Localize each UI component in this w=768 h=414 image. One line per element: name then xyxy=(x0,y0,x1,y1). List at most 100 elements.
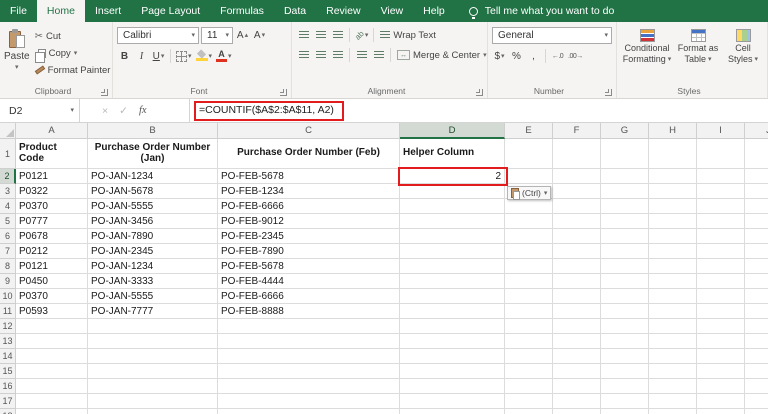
tab-help[interactable]: Help xyxy=(413,0,455,22)
cell-I5[interactable] xyxy=(697,214,745,229)
cell-H8[interactable] xyxy=(649,259,697,274)
decrease-indent-button[interactable] xyxy=(354,47,369,63)
cell-A3[interactable]: P0322 xyxy=(16,184,88,199)
cell-F8[interactable] xyxy=(553,259,601,274)
cell-C6[interactable]: PO-FEB-2345 xyxy=(218,229,400,244)
cell-E8[interactable] xyxy=(505,259,553,274)
cell-F5[interactable] xyxy=(553,214,601,229)
number-format-select[interactable]: General ▾ xyxy=(492,27,612,44)
cell-H2[interactable] xyxy=(649,169,697,184)
cell-D3[interactable] xyxy=(400,184,505,199)
row-header-1[interactable]: 1 xyxy=(0,139,16,169)
cell-J18[interactable] xyxy=(745,409,768,414)
tab-insert[interactable]: Insert xyxy=(85,0,131,22)
percent-style-button[interactable]: % xyxy=(509,48,524,64)
row-header-4[interactable]: 4 xyxy=(0,199,16,214)
cell-I3[interactable] xyxy=(697,184,745,199)
font-color-button[interactable]: ▾ xyxy=(215,48,233,64)
cell-G8[interactable] xyxy=(601,259,649,274)
cell-B2[interactable]: PO-JAN-1234 xyxy=(88,169,218,184)
cell-F2[interactable] xyxy=(553,169,601,184)
cell-H11[interactable] xyxy=(649,304,697,319)
cell-F11[interactable] xyxy=(553,304,601,319)
cell-G16[interactable] xyxy=(601,379,649,394)
cell-J16[interactable] xyxy=(745,379,768,394)
cell-I16[interactable] xyxy=(697,379,745,394)
conditional-formatting-button[interactable]: Conditional Formatting ▾ xyxy=(621,25,673,85)
cell-F6[interactable] xyxy=(553,229,601,244)
cell-F4[interactable] xyxy=(553,199,601,214)
cell-E4[interactable] xyxy=(505,199,553,214)
cell-J10[interactable] xyxy=(745,289,768,304)
cell-H12[interactable] xyxy=(649,319,697,334)
column-header-I[interactable]: I xyxy=(697,123,745,139)
cell-H18[interactable] xyxy=(649,409,697,414)
row-header-5[interactable]: 5 xyxy=(0,214,16,229)
cell-C18[interactable] xyxy=(218,409,400,414)
cell-J1[interactable] xyxy=(745,139,768,169)
cell-A18[interactable] xyxy=(16,409,88,414)
cell-C5[interactable]: PO-FEB-9012 xyxy=(218,214,400,229)
cell-C4[interactable]: PO-FEB-6666 xyxy=(218,199,400,214)
column-header-D[interactable]: D xyxy=(400,123,505,139)
increase-indent-button[interactable] xyxy=(371,47,386,63)
font-size-select[interactable]: 11 ▾ xyxy=(201,27,233,44)
cell-I18[interactable] xyxy=(697,409,745,414)
cell-C11[interactable]: PO-FEB-8888 xyxy=(218,304,400,319)
cell-C9[interactable]: PO-FEB-4444 xyxy=(218,274,400,289)
cell-G13[interactable] xyxy=(601,334,649,349)
tell-me-box[interactable]: Tell me what you want to do xyxy=(468,0,614,22)
cell-F3[interactable] xyxy=(553,184,601,199)
cell-H15[interactable] xyxy=(649,364,697,379)
cell-A4[interactable]: P0370 xyxy=(16,199,88,214)
align-top-button[interactable] xyxy=(296,27,311,43)
align-center-button[interactable] xyxy=(313,47,328,63)
cell-C12[interactable] xyxy=(218,319,400,334)
cell-I13[interactable] xyxy=(697,334,745,349)
cell-C15[interactable] xyxy=(218,364,400,379)
cell-E2[interactable] xyxy=(505,169,553,184)
font-dialog-launcher-icon[interactable] xyxy=(280,89,287,96)
cell-G17[interactable] xyxy=(601,394,649,409)
cell-B4[interactable]: PO-JAN-5555 xyxy=(88,199,218,214)
fill-color-button[interactable]: ▾ xyxy=(195,48,214,64)
row-header-16[interactable]: 16 xyxy=(0,379,16,394)
cell-F16[interactable] xyxy=(553,379,601,394)
row-header-3[interactable]: 3 xyxy=(0,184,16,199)
cell-E7[interactable] xyxy=(505,244,553,259)
cell-D13[interactable] xyxy=(400,334,505,349)
cell-I17[interactable] xyxy=(697,394,745,409)
cell-F17[interactable] xyxy=(553,394,601,409)
column-header-H[interactable]: H xyxy=(649,123,697,139)
bold-button[interactable]: B xyxy=(117,48,132,64)
increase-font-size-button[interactable]: A ▴ xyxy=(235,28,250,44)
cell-B10[interactable]: PO-JAN-5555 xyxy=(88,289,218,304)
cell-E17[interactable] xyxy=(505,394,553,409)
cell-E14[interactable] xyxy=(505,349,553,364)
cell-D14[interactable] xyxy=(400,349,505,364)
cell-C3[interactable]: PO-FEB-1234 xyxy=(218,184,400,199)
comma-style-button[interactable]: , xyxy=(526,48,541,64)
tab-page-layout[interactable]: Page Layout xyxy=(131,0,210,22)
cell-G6[interactable] xyxy=(601,229,649,244)
cell-F13[interactable] xyxy=(553,334,601,349)
accounting-format-button[interactable]: $ ▾ xyxy=(492,48,507,64)
cell-C13[interactable] xyxy=(218,334,400,349)
cell-F18[interactable] xyxy=(553,409,601,414)
cell-G10[interactable] xyxy=(601,289,649,304)
row-header-12[interactable]: 12 xyxy=(0,319,16,334)
cell-C14[interactable] xyxy=(218,349,400,364)
cell-E11[interactable] xyxy=(505,304,553,319)
cell-E13[interactable] xyxy=(505,334,553,349)
row-header-7[interactable]: 7 xyxy=(0,244,16,259)
cell-D1[interactable]: Helper Column xyxy=(400,139,505,169)
cell-B5[interactable]: PO-JAN-3456 xyxy=(88,214,218,229)
cell-A12[interactable] xyxy=(16,319,88,334)
paste-options-button[interactable]: (Ctrl) ▾ xyxy=(507,186,552,200)
cell-B11[interactable]: PO-JAN-7777 xyxy=(88,304,218,319)
cell-C2[interactable]: PO-FEB-5678 xyxy=(218,169,400,184)
cell-H1[interactable] xyxy=(649,139,697,169)
column-header-E[interactable]: E xyxy=(505,123,553,139)
cell-J9[interactable] xyxy=(745,274,768,289)
cell-C10[interactable]: PO-FEB-6666 xyxy=(218,289,400,304)
